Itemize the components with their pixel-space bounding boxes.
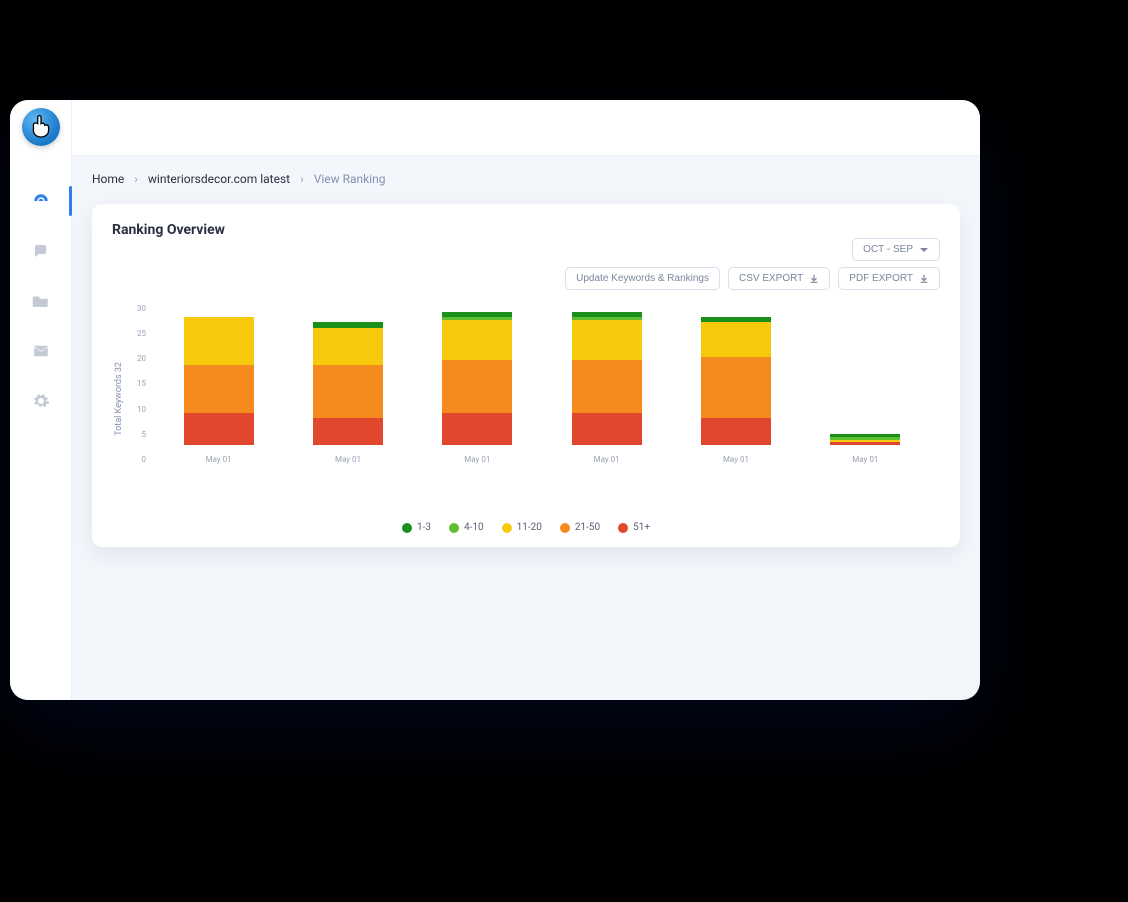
sidebar-item-settings[interactable]: [10, 376, 72, 426]
bar-segment: [184, 365, 254, 413]
bar-segment: [701, 357, 771, 418]
bar-segment: [313, 328, 383, 365]
sidebar-item-folder[interactable]: [10, 276, 72, 326]
y-axis-label: Total Keywords 32: [112, 362, 126, 436]
bar-segment: [701, 322, 771, 357]
bar-segment: [572, 413, 642, 445]
bar-column: May 01: [830, 434, 900, 464]
breadcrumb: Home › winteriorsdecor.com latest › View…: [72, 156, 980, 196]
sidebar-item-dashboard[interactable]: [10, 176, 72, 226]
y-tick: 20: [126, 354, 146, 363]
bar-segment: [442, 413, 512, 445]
bar-stack[interactable]: [572, 312, 642, 445]
update-keywords-label: Update Keywords & Rankings: [576, 273, 709, 284]
ranking-chart: Total Keywords 32 302520151050 May 01May…: [112, 304, 940, 494]
sidebar-item-mail[interactable]: [10, 326, 72, 376]
legend-swatch: [402, 523, 412, 533]
legend-label: 1-3: [417, 522, 431, 533]
legend-swatch: [502, 523, 512, 533]
chart-legend: 1-3 4-10 11-20 21-50 51+: [112, 522, 940, 533]
bar-segment: [184, 413, 254, 445]
bar-stack[interactable]: [830, 434, 900, 445]
y-tick: 25: [126, 329, 146, 338]
bar-segment: [313, 365, 383, 418]
x-axis-label: May 01: [594, 455, 620, 464]
download-icon: [919, 274, 929, 284]
x-axis-label: May 01: [723, 455, 749, 464]
breadcrumb-project[interactable]: winteriorsdecor.com latest: [148, 172, 290, 186]
bar-stack[interactable]: [313, 322, 383, 445]
legend-label: 21-50: [575, 522, 600, 533]
legend-item[interactable]: 21-50: [560, 522, 600, 533]
app-window: Home › winteriorsdecor.com latest › View…: [10, 100, 980, 700]
y-tick: 15: [126, 379, 146, 388]
bar-segment: [184, 317, 254, 365]
legend-swatch: [618, 523, 628, 533]
chevron-down-icon: [919, 245, 929, 255]
legend-item[interactable]: 1-3: [402, 522, 431, 533]
csv-export-label: CSV EXPORT: [739, 273, 803, 284]
y-tick: 5: [126, 430, 146, 439]
folder-icon: [32, 292, 50, 310]
chat-icon: [32, 242, 50, 260]
legend-swatch: [449, 523, 459, 533]
card-title: Ranking Overview: [112, 222, 940, 238]
bar-column: May 01: [442, 312, 512, 464]
x-axis-label: May 01: [464, 455, 490, 464]
sidebar-item-chat[interactable]: [10, 226, 72, 276]
download-icon: [809, 274, 819, 284]
pointer-hand-icon: [28, 114, 54, 140]
dashboard-icon: [32, 192, 50, 210]
x-axis-label: May 01: [852, 455, 878, 464]
y-tick: 0: [126, 455, 146, 464]
legend-label: 51+: [633, 522, 650, 533]
update-keywords-button[interactable]: Update Keywords & Rankings: [565, 267, 720, 290]
bar-segment: [572, 360, 642, 413]
legend-item[interactable]: 11-20: [502, 522, 542, 533]
chevron-right-icon: ›: [300, 172, 304, 186]
mail-icon: [32, 342, 50, 360]
topbar: [72, 100, 980, 156]
legend-swatch: [560, 523, 570, 533]
pdf-export-button[interactable]: PDF EXPORT: [838, 267, 940, 290]
legend-item[interactable]: 51+: [618, 522, 650, 533]
main-area: Home › winteriorsdecor.com latest › View…: [72, 100, 980, 700]
x-axis-label: May 01: [206, 455, 232, 464]
legend-label: 11-20: [517, 522, 542, 533]
y-tick: 10: [126, 405, 146, 414]
x-axis-label: May 01: [335, 455, 361, 464]
bar-column: May 01: [572, 312, 642, 464]
bar-stack[interactable]: [442, 312, 512, 445]
breadcrumb-current: View Ranking: [314, 172, 386, 186]
csv-export-button[interactable]: CSV EXPORT: [728, 267, 830, 290]
bars-row: May 01 May 01 May 01 May 01 May 01 May 01: [154, 304, 930, 464]
bar-segment: [442, 360, 512, 413]
bar-segment: [830, 442, 900, 445]
gear-icon: [32, 392, 50, 410]
y-axis-ticks: 30 25 20 15 10 5 0: [126, 304, 150, 464]
bar-segment: [442, 320, 512, 360]
chevron-right-icon: ›: [134, 172, 138, 186]
bar-segment: [572, 320, 642, 360]
legend-item[interactable]: 4-10: [449, 522, 484, 533]
bar-column: May 01: [313, 322, 383, 464]
bar-stack[interactable]: [184, 317, 254, 445]
app-logo[interactable]: [22, 108, 60, 146]
date-range-label: OCT - SEP: [863, 244, 913, 255]
pdf-export-label: PDF EXPORT: [849, 273, 913, 284]
bar-column: May 01: [701, 317, 771, 464]
legend-label: 4-10: [464, 522, 484, 533]
date-range-selector[interactable]: OCT - SEP: [852, 238, 940, 261]
y-tick: 30: [126, 304, 146, 313]
bar-column: May 01: [184, 317, 254, 464]
breadcrumb-home[interactable]: Home: [92, 172, 124, 186]
sidebar: [10, 100, 72, 700]
chart-plot: 302520151050 May 01May 01May 01May 01May…: [126, 304, 940, 494]
ranking-overview-card: Ranking Overview OCT - SEP Update Keywor…: [92, 204, 960, 547]
bar-stack[interactable]: [701, 317, 771, 445]
bar-segment: [313, 418, 383, 445]
bar-segment: [701, 418, 771, 445]
